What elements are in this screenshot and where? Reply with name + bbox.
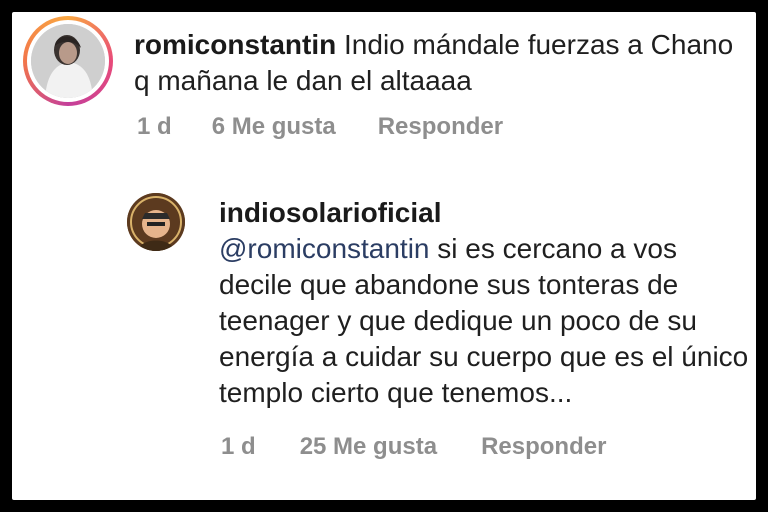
comment-username-2[interactable]: indiosolarioficial <box>219 195 754 231</box>
mention-link[interactable]: @romiconstantin <box>219 233 430 264</box>
comment-text-1: romiconstantin Indio mándale fuerzas a C… <box>134 27 734 99</box>
like-count-2[interactable]: 25 Me gusta <box>300 433 437 461</box>
avatar[interactable] <box>127 193 185 251</box>
comment-meta-2: 1 d 25 Me gusta Responder <box>221 433 606 461</box>
avatar-ring-gap <box>27 20 109 102</box>
reply-button-2[interactable]: Responder <box>481 433 606 461</box>
reply-button-1[interactable]: Responder <box>378 113 503 141</box>
avatar-photo <box>31 24 105 98</box>
like-count-1[interactable]: 6 Me gusta <box>212 113 336 141</box>
comment-text-2: indiosolarioficial @romiconstantin si es… <box>219 195 754 411</box>
avatar[interactable] <box>23 16 113 106</box>
profile-photo-icon <box>127 193 185 251</box>
comment-time-1: 1 d <box>137 113 172 140</box>
profile-photo-icon <box>31 24 105 98</box>
comment-username-1[interactable]: romiconstantin <box>134 29 336 60</box>
comment-time-2: 1 d <box>221 433 256 460</box>
comment-meta-1: 1 d 6 Me gusta Responder <box>137 113 503 141</box>
